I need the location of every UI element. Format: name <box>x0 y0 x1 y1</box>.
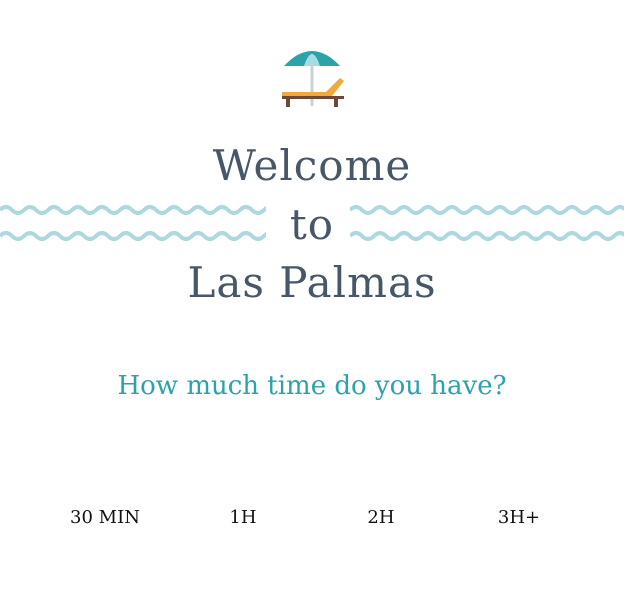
beach-umbrella-icon <box>278 40 346 110</box>
time-question: How much time do you have? <box>117 371 507 401</box>
page-title-line-2: to <box>289 200 335 249</box>
option-2h-button[interactable]: 2H <box>312 500 450 536</box>
option-1h-button[interactable]: 1H <box>174 500 312 536</box>
time-options: 30 MIN 1H 2H 3H+ <box>36 500 588 536</box>
page-title-line-1: Welcome <box>212 141 412 190</box>
option-30-min-button[interactable]: 30 MIN <box>36 500 174 536</box>
page-title-line-3: Las Palmas <box>187 258 437 307</box>
option-3h-plus-button[interactable]: 3H+ <box>450 500 588 536</box>
